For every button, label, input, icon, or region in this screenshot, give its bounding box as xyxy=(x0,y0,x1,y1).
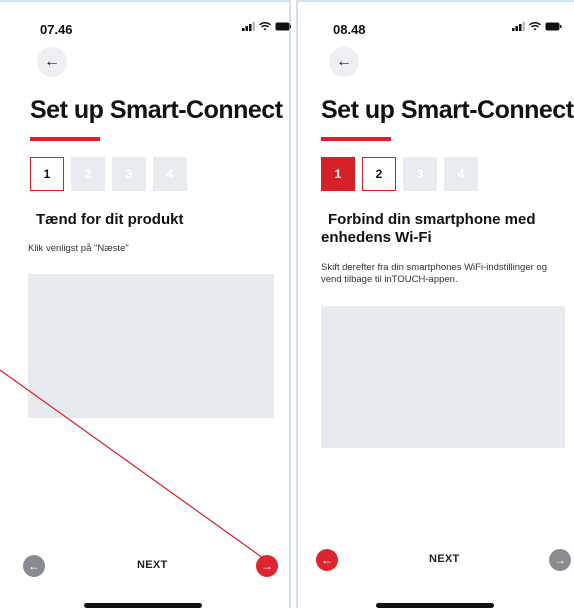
back-button[interactable]: ← xyxy=(329,47,359,77)
home-indicator xyxy=(84,603,202,608)
page-title: Set up Smart-Connect xyxy=(30,96,283,124)
step-1: 1 xyxy=(30,157,64,191)
screen-right-border xyxy=(289,0,291,608)
step-indicator: 1 2 3 4 xyxy=(321,157,478,191)
screen-top-border xyxy=(296,0,574,2)
step-description: Skift derefter fra din smartphones WiFi-… xyxy=(321,262,547,285)
prev-button[interactable]: ← xyxy=(23,555,45,577)
step-1: 1 xyxy=(321,157,355,191)
back-button[interactable]: ← xyxy=(37,47,67,77)
instruction-image xyxy=(28,274,274,418)
arrow-left-circle-icon: ← xyxy=(321,553,333,567)
arrow-right-circle-icon: → xyxy=(554,553,566,567)
step-description: Klik venligst på "Næste" xyxy=(28,243,129,254)
title-underline xyxy=(30,137,100,141)
step-4: 4 xyxy=(153,157,187,191)
step-3: 3 xyxy=(403,157,437,191)
step-2: 2 xyxy=(362,157,396,191)
home-indicator xyxy=(376,603,494,608)
screen-step-1: 07.46 ← Set up Smart-Connect 1 2 3 4 Tæn… xyxy=(0,0,291,608)
step-3: 3 xyxy=(112,157,146,191)
battery-icon xyxy=(275,22,291,31)
title-underline xyxy=(321,137,391,141)
next-button[interactable]: → xyxy=(549,549,571,571)
arrow-right-circle-icon: → xyxy=(261,559,273,573)
screen-top-border xyxy=(0,0,291,2)
arrow-left-circle-icon: ← xyxy=(28,559,40,573)
arrow-left-icon: ← xyxy=(336,53,352,70)
step-heading: Tænd for dit produkt xyxy=(36,211,184,228)
screen-left-border xyxy=(296,0,298,608)
battery-icon xyxy=(545,22,562,31)
wifi-icon xyxy=(259,22,271,31)
next-button[interactable]: → xyxy=(256,555,278,577)
wifi-icon xyxy=(529,22,541,31)
next-label[interactable]: NEXT xyxy=(137,559,168,571)
signal-icon xyxy=(242,22,255,31)
status-icons xyxy=(512,22,562,31)
arrow-left-icon: ← xyxy=(44,53,60,70)
screen-step-2: 08.48 ← Set up Smart-Connect 1 2 3 4 For… xyxy=(296,0,574,608)
step-4: 4 xyxy=(444,157,478,191)
signal-icon xyxy=(512,22,525,31)
status-icons xyxy=(242,22,291,31)
page-title: Set up Smart-Connect xyxy=(321,96,574,124)
status-time: 07.46 xyxy=(40,22,73,37)
step-heading: Forbind din smartphone med enhedens Wi-F… xyxy=(321,211,536,246)
prev-button[interactable]: ← xyxy=(316,549,338,571)
step-2: 2 xyxy=(71,157,105,191)
step-indicator: 1 2 3 4 xyxy=(30,157,187,191)
next-label[interactable]: NEXT xyxy=(429,553,460,565)
status-time: 08.48 xyxy=(333,22,366,37)
instruction-image xyxy=(321,306,565,448)
